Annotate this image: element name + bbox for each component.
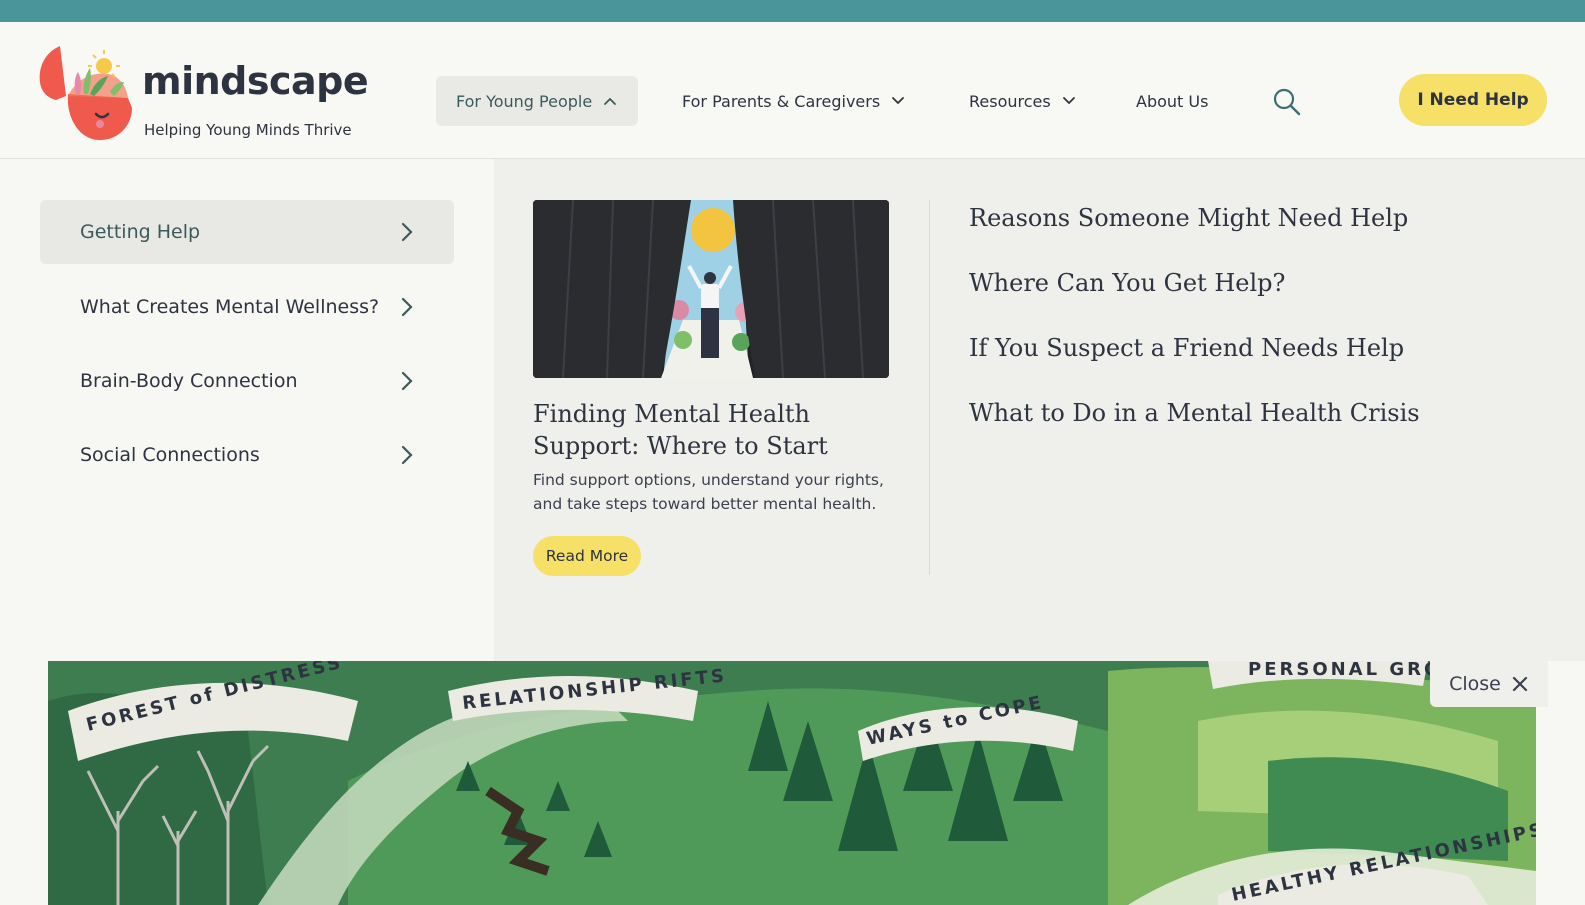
nav-label: About Us bbox=[1136, 91, 1209, 111]
link-mental-health-crisis[interactable]: What to Do in a Mental Health Crisis bbox=[969, 399, 1420, 427]
category-brain-body-connection[interactable]: Brain-Body Connection bbox=[40, 349, 454, 413]
nav-about-us[interactable]: About Us bbox=[1116, 76, 1228, 126]
hero-illustration: FOREST of DISTRESS RELATIONSHIP RIFTS WA… bbox=[48, 661, 1536, 905]
chevron-right-icon bbox=[401, 445, 413, 465]
column-divider bbox=[929, 200, 930, 575]
category-getting-help[interactable]: Getting Help bbox=[40, 200, 454, 264]
search-button[interactable] bbox=[1271, 86, 1303, 118]
nav-for-young-people[interactable]: For Young People bbox=[436, 76, 639, 126]
chevron-right-icon bbox=[401, 222, 413, 242]
link-where-can-you-get-help[interactable]: Where Can You Get Help? bbox=[969, 269, 1285, 297]
site-header: mindscape Helping Young Minds Thrive For… bbox=[0, 22, 1585, 159]
close-menu-button[interactable]: Close bbox=[1430, 661, 1548, 707]
chevron-up-icon bbox=[604, 97, 617, 105]
close-icon bbox=[1512, 676, 1527, 692]
nav-label: For Parents & Caregivers bbox=[682, 91, 881, 111]
curtain-illustration bbox=[533, 200, 889, 378]
category-label: Getting Help bbox=[80, 221, 201, 243]
category-label: What Creates Mental Wellness? bbox=[80, 296, 380, 318]
chevron-right-icon bbox=[401, 297, 413, 317]
banner-personal-growth: PERSONAL GRO bbox=[1248, 661, 1442, 680]
nav-label: Resources bbox=[969, 91, 1051, 111]
link-if-you-suspect-friend-needs-help[interactable]: If You Suspect a Friend Needs Help bbox=[969, 334, 1404, 362]
nav-for-parents-caregivers[interactable]: For Parents & Caregivers bbox=[662, 76, 926, 126]
logo[interactable]: mindscape Helping Young Minds Thrive bbox=[38, 44, 369, 144]
close-label: Close bbox=[1449, 673, 1501, 695]
chevron-down-icon bbox=[892, 97, 905, 105]
link-reasons-someone-might-need-help[interactable]: Reasons Someone Might Need Help bbox=[969, 204, 1408, 232]
i-need-help-button[interactable]: I Need Help bbox=[1399, 74, 1547, 126]
read-more-button[interactable]: Read More bbox=[533, 536, 641, 576]
nav-resources[interactable]: Resources bbox=[949, 76, 1097, 126]
brand-tagline: Helping Young Minds Thrive bbox=[144, 121, 352, 139]
landscape-map-illustration: FOREST of DISTRESS RELATIONSHIP RIFTS WA… bbox=[48, 661, 1536, 905]
nav-label: For Young People bbox=[456, 91, 593, 111]
feature-image[interactable] bbox=[533, 200, 889, 378]
category-label: Social Connections bbox=[80, 444, 260, 466]
search-icon bbox=[1273, 88, 1301, 116]
brand-name: mindscape bbox=[142, 59, 369, 103]
category-label: Brain-Body Connection bbox=[80, 370, 298, 392]
category-what-creates-mental-wellness[interactable]: What Creates Mental Wellness? bbox=[40, 275, 454, 339]
chevron-down-icon bbox=[1062, 97, 1075, 105]
feature-title[interactable]: Finding Mental Health Support: Where to … bbox=[533, 398, 903, 462]
chevron-right-icon bbox=[401, 371, 413, 391]
feature-description: Find support options, understand your ri… bbox=[533, 471, 884, 513]
category-social-connections[interactable]: Social Connections bbox=[40, 423, 454, 487]
logo-mark-icon bbox=[39, 46, 132, 140]
